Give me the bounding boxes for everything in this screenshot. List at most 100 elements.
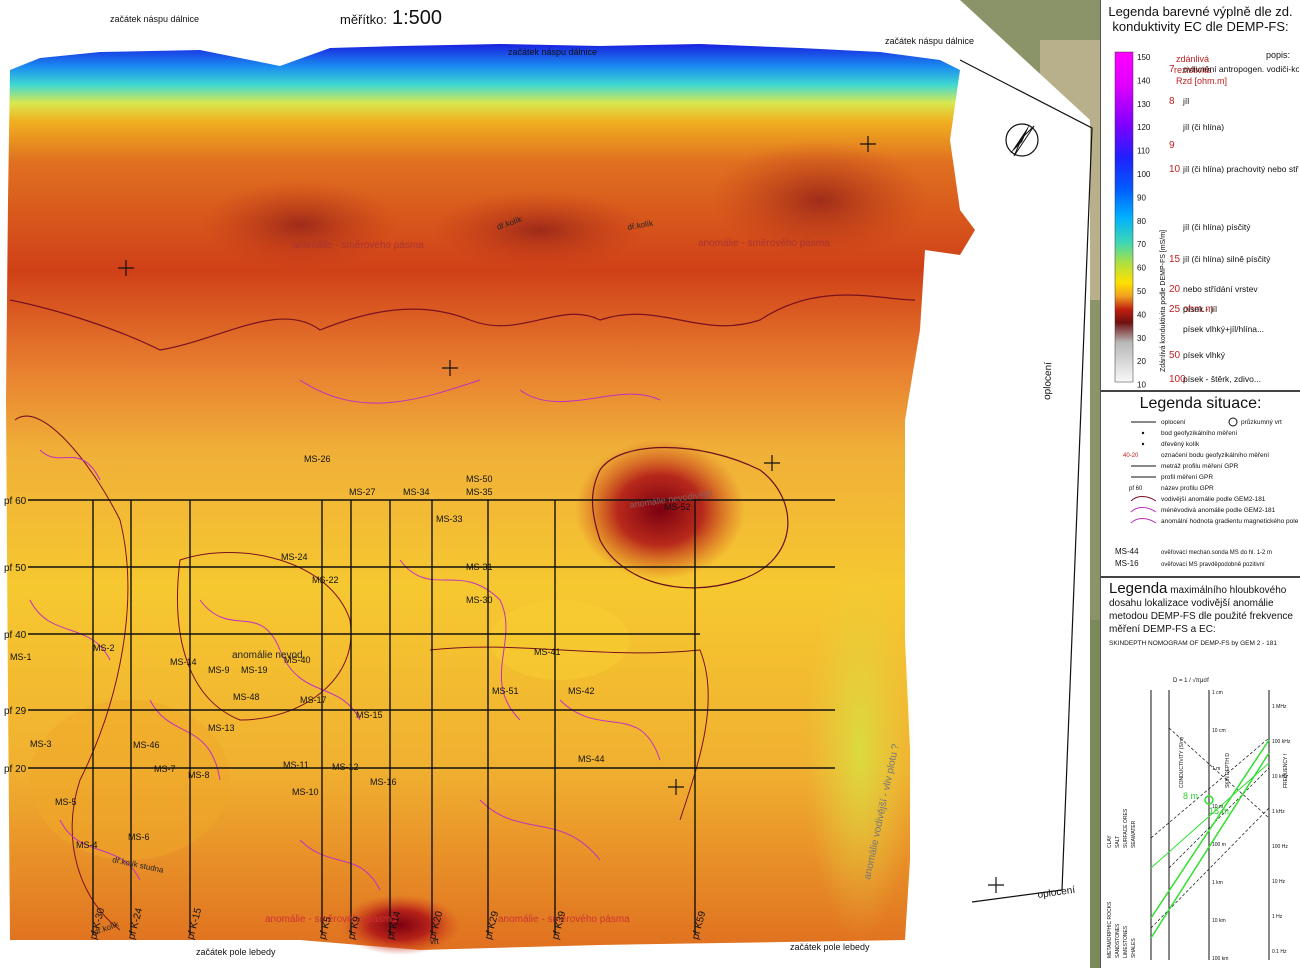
sit-item: metráž profilu měření GPR: [1161, 463, 1239, 470]
legend-sit-title: Legenda situace:: [1139, 395, 1262, 412]
rock-label: CLAY: [1107, 835, 1113, 848]
ec-tick-label: 80: [1137, 217, 1146, 226]
sit-item: průzkumný vrt: [1241, 418, 1282, 426]
ms-point: MS-19: [241, 665, 268, 675]
anomaly-label-1: anomálie - směrového pásma: [292, 240, 424, 251]
profile-row-29: pf 29: [4, 706, 27, 717]
freq-tick: 100 Hz: [1272, 844, 1288, 850]
ms-point: MS-34: [403, 487, 430, 497]
ms-point: MS-6: [128, 832, 150, 842]
ms-point: MS-31: [466, 562, 493, 572]
ms-point: MS-51: [492, 686, 519, 696]
nomogram-formula: D = 1 / √πμσf: [1173, 677, 1209, 684]
ec-tick-label: 100: [1137, 170, 1151, 179]
rock-label: METAMORPHIC ROCKS: [1107, 901, 1113, 958]
legend-situation: Legenda situace: oplocení bod geofyzikáln…: [1100, 392, 1300, 578]
ms-point: MS-40: [284, 655, 311, 665]
ec-tick-label: 150: [1137, 53, 1151, 62]
ms-point: MS-11: [283, 760, 309, 770]
ec-axis-label: Zdánlivá konduktivita podle DEMP-FS [mS/…: [1160, 230, 1167, 372]
ms-point: MS-9: [208, 665, 230, 675]
depth-tick: 10 km: [1212, 918, 1226, 924]
ms-point: MS-42: [568, 686, 595, 696]
profile-row-20: pf 20: [4, 764, 27, 775]
ms-point: MS-48: [233, 692, 260, 702]
scale-label: měřítko:: [340, 12, 387, 27]
skindepth-nomogram: D = 1 / √πμσf 8 m 15 m 1 MHz100 kHz10 kH…: [1107, 677, 1291, 962]
legend-depth: Legenda maximálního hloubkového dosahu l…: [1100, 578, 1300, 968]
rock-label: SALT: [1115, 836, 1121, 848]
ec-tick-label: 30: [1137, 334, 1146, 343]
ec-description: nebo střídání vrstev: [1183, 284, 1258, 294]
ms-point: MS-26: [304, 454, 331, 464]
scale-value: 1:500: [392, 7, 442, 29]
depth-tick: 1 km: [1212, 880, 1223, 886]
nomogram-axis-label: CONDUCTIVITY (S/m): [1179, 737, 1185, 788]
freq-tick: 10 Hz: [1272, 879, 1286, 885]
ec-resistivity-value: 15: [1169, 254, 1181, 265]
ms-point: MS-33: [436, 514, 463, 524]
ec-description: písek - jíl: [1183, 304, 1217, 314]
sit-item: označení bodu geofyzikálního měření: [1161, 452, 1269, 459]
ms-point: MS-35: [466, 487, 493, 497]
ec-description: písek vlhký: [1183, 350, 1226, 360]
ms-point: MS-10: [292, 787, 319, 797]
top-label-3: začátek náspu dálnice: [885, 36, 974, 46]
anomaly-label-2: anomálie - směrového pásma: [698, 238, 830, 249]
ec-tick-label: 140: [1137, 76, 1151, 85]
ec-tick-label: 120: [1137, 123, 1151, 132]
freq-tick: 0.1 Hz: [1272, 949, 1287, 955]
sit-label-sample: 40-20: [1123, 453, 1139, 459]
depth-tick: 1 m: [1212, 766, 1220, 772]
ec-resistivity-value: 9: [1169, 140, 1175, 151]
ec-notes-header: popis:: [1266, 50, 1290, 60]
ms-point: MS-14: [170, 657, 197, 667]
top-label-2: začátek náspu dálnice: [508, 47, 597, 57]
depth-mark-8m: 8 m: [1183, 791, 1198, 801]
ec-description: písek - štěrk, zdivo...: [1183, 374, 1261, 384]
ms-point: MS-52: [664, 502, 691, 512]
sit-item: vodivější anomálie podle GEM2-181: [1161, 496, 1266, 503]
depth-tick: 100 km: [1212, 956, 1228, 962]
sit-item: dřevěný kolík: [1161, 441, 1200, 448]
ec-tick-label: 20: [1137, 357, 1146, 366]
ec-description: jíl (či hlína) prachovitý nebo střídání …: [1182, 164, 1299, 174]
depth-tick: 10 m: [1212, 804, 1223, 810]
rock-label: LIMESTONES: [1123, 925, 1129, 958]
sit-item: oplocení: [1161, 419, 1186, 426]
ms-point: MS-17: [300, 695, 327, 705]
ec-tick-label: 90: [1137, 193, 1146, 202]
ec-description: písek vlhký+jíl/hlína...: [1183, 324, 1264, 334]
sit-ms-sample: MS-44: [1115, 547, 1139, 556]
ec-tick-label: 40: [1137, 310, 1146, 319]
ec-description: jíl (či hlína) silně písčitý: [1182, 254, 1271, 264]
ms-point: MS-15: [356, 710, 383, 720]
ms-point: MS-13: [208, 723, 235, 733]
rock-label: SURFACE ORES: [1123, 808, 1129, 848]
ec-resistivity-value: 10: [1169, 164, 1181, 175]
profile-row-50: pf 50: [4, 563, 27, 574]
freq-tick: 100 kHz: [1272, 739, 1291, 745]
sit-item: bod geofyzikálního měření: [1161, 430, 1237, 437]
ec-tick-label: 130: [1137, 100, 1151, 109]
sit-ms-sample: MS-16: [1115, 559, 1139, 568]
ms-point: MS-3: [30, 739, 52, 749]
ec-description: jíl: [1182, 96, 1189, 106]
ms-point: MS-22: [312, 575, 339, 585]
ec-description: jíl (či hlína) písčitý: [1182, 222, 1251, 232]
ec-resistivity-value: 50: [1169, 350, 1181, 361]
legend-ec-title: Legenda barevné výplně dle zd. konduktiv…: [1108, 4, 1293, 34]
sit-pf-sample: pf 60: [1129, 486, 1143, 492]
ec-resistivity-value: 20: [1169, 284, 1181, 295]
ms-point: MS-4: [76, 840, 98, 850]
ms-point: MS-30: [466, 595, 493, 605]
fence-label-1: oplocení: [1042, 362, 1054, 400]
ms-point: MS-5: [55, 797, 77, 807]
rock-label: SHALES: [1131, 938, 1137, 958]
ec-resistivity-value: 8: [1169, 96, 1175, 107]
sit-item: méněvodivá anomálie podle GEM2-181: [1161, 507, 1276, 514]
rock-label: SEAWATER: [1131, 820, 1137, 848]
ms-point: MS-2: [93, 643, 115, 653]
ec-tick-label: 50: [1137, 287, 1146, 296]
legend-conductivity: Legenda barevné výplně dle zd. konduktiv…: [1100, 0, 1300, 392]
